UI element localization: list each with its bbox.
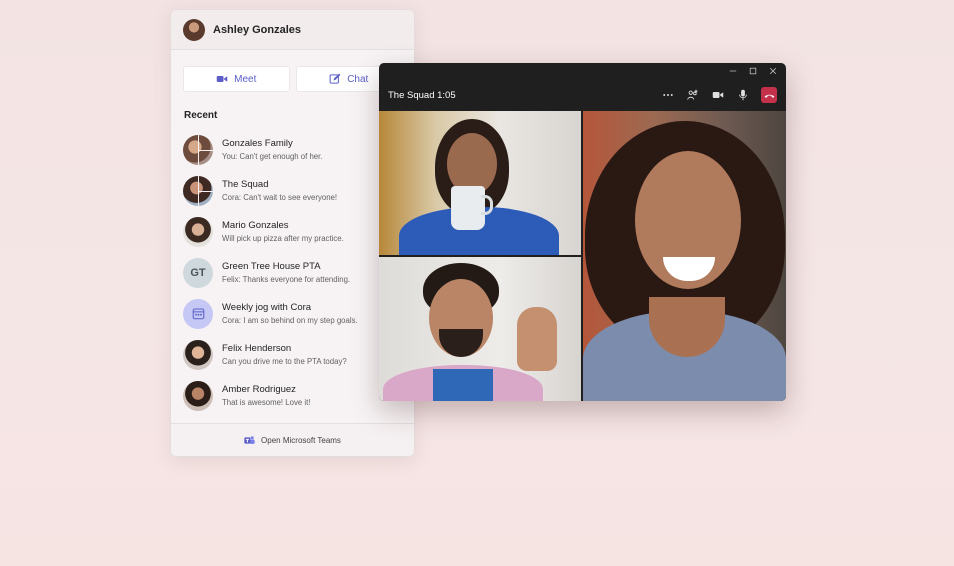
owner-name: Ashley Gonzales bbox=[213, 23, 302, 36]
contact-avatar bbox=[183, 339, 213, 370]
chat-preview: That is awesome! Love it! bbox=[222, 398, 311, 407]
chat-preview: Felix: Thanks everyone for attending. bbox=[222, 275, 351, 284]
chat-item-green-tree-house-pta[interactable]: GT Green Tree House PTA Felix: Thanks ev… bbox=[171, 252, 414, 293]
chat-item-weekly-jog[interactable]: Weekly jog with Cora Cora: I am so behin… bbox=[171, 293, 414, 334]
owner-avatar[interactable] bbox=[183, 18, 205, 41]
close-icon[interactable] bbox=[768, 66, 778, 76]
open-teams-link[interactable]: Open Microsoft Teams bbox=[171, 423, 414, 456]
chat-item-gonzales-family[interactable]: Gonzales Family You: Can't get enough of… bbox=[171, 129, 414, 170]
window-titlebar bbox=[379, 63, 786, 79]
call-title: The Squad 1:05 bbox=[388, 89, 456, 101]
compose-icon bbox=[329, 73, 341, 84]
chat-name: Green Tree House PTA bbox=[222, 261, 321, 272]
video-grid bbox=[379, 111, 786, 401]
maximize-icon[interactable] bbox=[748, 66, 758, 76]
chat-preview: Can you drive me to the PTA today? bbox=[222, 357, 347, 366]
call-window: The Squad 1:05 bbox=[379, 63, 786, 401]
call-toolbar: The Squad 1:05 bbox=[379, 79, 786, 111]
video-camera-icon bbox=[216, 76, 228, 82]
calendar-icon bbox=[192, 308, 204, 320]
meet-button[interactable]: Meet bbox=[183, 66, 290, 92]
panel-header: Ashley Gonzales bbox=[171, 10, 414, 50]
chat-name: Weekly jog with Cora bbox=[222, 302, 312, 313]
chat-name: Mario Gonzales bbox=[222, 220, 289, 231]
open-teams-label: Open Microsoft Teams bbox=[261, 435, 341, 445]
chat-preview: Will pick up pizza after my practice. bbox=[222, 234, 344, 243]
chat-name: Amber Rodriguez bbox=[222, 384, 296, 395]
video-camera-icon[interactable] bbox=[711, 88, 725, 102]
chat-preview: Cora: Can't wait to see everyone! bbox=[222, 193, 338, 202]
chat-name: Gonzales Family bbox=[222, 138, 293, 149]
recent-chat-list: Gonzales Family You: Can't get enough of… bbox=[171, 129, 414, 416]
chat-preview: Cora: I am so behind on my step goals. bbox=[222, 316, 358, 325]
hang-up-button[interactable] bbox=[761, 87, 777, 103]
chat-name: Felix Henderson bbox=[222, 343, 292, 354]
participant-video-tile[interactable] bbox=[379, 111, 581, 255]
minimize-icon[interactable] bbox=[728, 66, 738, 76]
chat-item-felix-henderson[interactable]: Felix Henderson Can you drive me to the … bbox=[171, 334, 414, 375]
chat-item-amber-rodriguez[interactable]: Amber Rodriguez That is awesome! Love it… bbox=[171, 375, 414, 416]
chat-name: The Squad bbox=[222, 179, 269, 190]
chat-label: Chat bbox=[347, 73, 369, 85]
microphone-icon[interactable] bbox=[736, 88, 750, 102]
group-avatar bbox=[183, 175, 213, 206]
teams-logo-icon bbox=[244, 435, 255, 444]
action-buttons: Meet Chat bbox=[171, 50, 414, 92]
chat-preview: You: Can't get enough of her. bbox=[222, 152, 323, 161]
chat-item-the-squad[interactable]: The Squad Cora: Can't wait to see everyo… bbox=[171, 170, 414, 211]
participant-video-tile[interactable] bbox=[583, 111, 786, 401]
add-people-icon[interactable] bbox=[686, 88, 700, 102]
initials-avatar: GT bbox=[183, 257, 213, 288]
calendar-avatar bbox=[183, 298, 213, 329]
contact-avatar bbox=[183, 380, 213, 411]
participant-video-tile[interactable] bbox=[379, 257, 581, 401]
more-icon[interactable] bbox=[661, 88, 675, 102]
hang-up-icon bbox=[764, 94, 774, 98]
group-avatar bbox=[183, 134, 213, 165]
contact-avatar bbox=[183, 216, 213, 247]
meet-label: Meet bbox=[234, 73, 257, 85]
chat-item-mario-gonzales[interactable]: Mario Gonzales Will pick up pizza after … bbox=[171, 211, 414, 252]
